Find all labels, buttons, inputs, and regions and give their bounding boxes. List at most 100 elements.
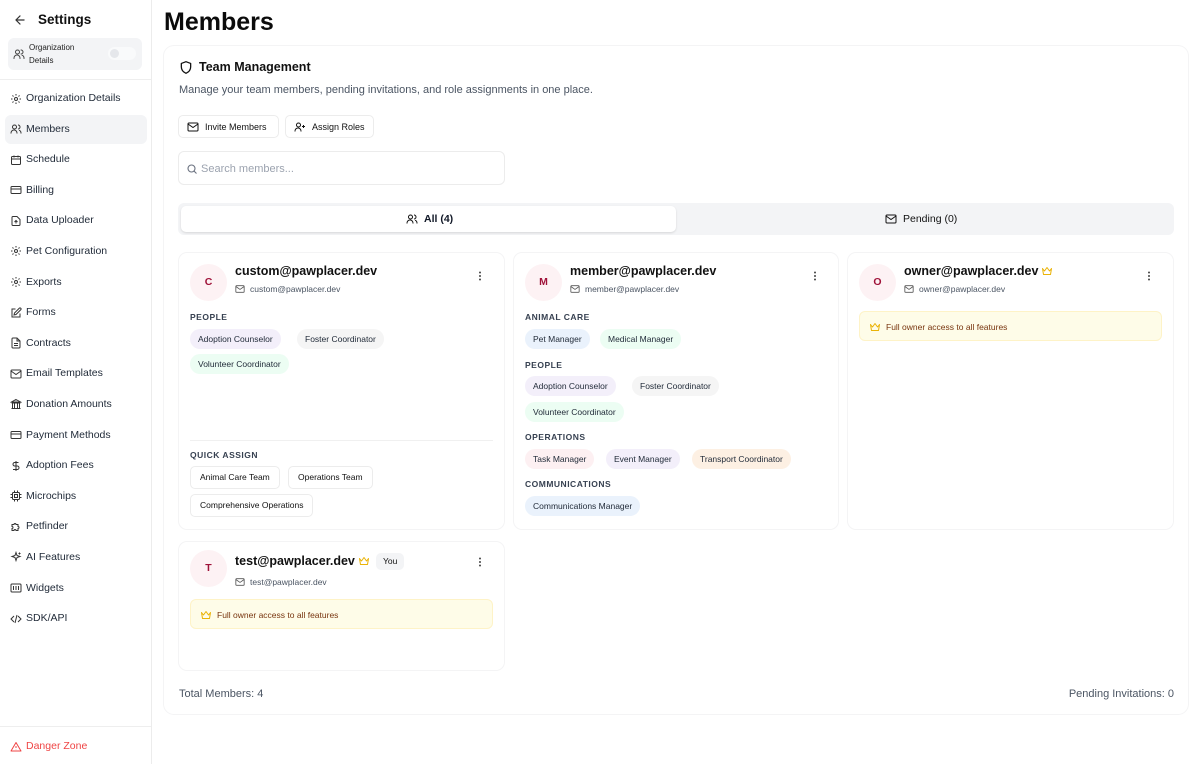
code-icon [10,614,22,623]
role-pill: Communications Manager [525,496,641,516]
mail-icon [885,214,897,224]
more-options-icon[interactable] [474,270,486,282]
organization-switcher-label: Organization Details [29,43,75,65]
sidebar-item-payment-methods[interactable]: Payment Methods [5,421,147,450]
more-options-icon[interactable] [474,556,486,568]
mail-icon [235,285,245,293]
crown-icon [201,611,211,619]
shield-icon [180,61,192,74]
owner-access-notice: Full owner access to all features [190,599,493,629]
crown-icon [1042,267,1052,275]
quick-assign-animal-care-button[interactable]: Animal Care Team [190,466,280,489]
role-pill: Event Manager [606,449,680,469]
assign-roles-button[interactable]: Assign Roles [285,115,374,138]
member-email: custom@pawplacer.dev [250,284,341,294]
sidebar-item-email-templates[interactable]: Email Templates [5,359,147,388]
sidebar-item-members[interactable]: Members [5,114,147,144]
sidebar-item-adoption-fees[interactable]: Adoption Fees [5,451,147,480]
role-group-label: PEOPLE [190,312,228,322]
settings-sidebar: Settings Organization Details Organizatio… [0,0,152,764]
role-pill: Pet Manager [525,329,590,349]
credit-card-icon [10,431,22,440]
crown-icon [870,323,880,331]
gear-icon [11,246,21,257]
role-pill: Medical Manager [600,329,682,349]
calendar-icon [11,155,21,165]
section-subtitle: Manage your team members, pending invita… [179,84,593,96]
role-group-label: COMMUNICATIONS [525,479,612,489]
warning-icon [10,742,22,752]
tab-all[interactable]: All (4) [181,206,676,232]
member-tabs: All (4) Pending (0) [178,203,1174,235]
sidebar-item-forms[interactable]: Forms [5,298,147,327]
settings-nav: Organization Details Members Schedule Bi… [5,84,147,635]
member-card-owner: O owner@pawplacer.dev owner@pawplacer.de… [848,253,1173,529]
dollar-icon [12,460,20,471]
role-pill: Volunteer Coordinator [190,354,289,374]
sidebar-item-widgets[interactable]: Widgets [5,574,147,603]
more-options-icon[interactable] [1143,270,1155,282]
avatar: M [525,264,562,301]
sidebar-item-donation-amounts[interactable]: Donation Amounts [5,390,147,419]
sidebar-item-ai-features[interactable]: AI Features [5,543,147,572]
role-pill: Adoption Counselor [525,376,616,396]
sidebar-item-pet-configuration[interactable]: Pet Configuration [5,237,147,266]
role-group-label: ANIMAL CARE [525,312,590,322]
member-name: test@pawplacer.dev [235,554,355,568]
member-email: test@pawplacer.dev [250,577,327,587]
gear-icon [11,93,21,104]
owner-access-notice: Full owner access to all features [859,311,1162,341]
upload-icon [11,215,21,226]
member-card-member: M member@pawplacer.dev member@pawplacer.… [514,253,838,529]
tab-pending[interactable]: Pending (0) [676,206,1171,232]
avatar: C [190,264,227,301]
role-group-label: PEOPLE [525,360,563,370]
search-input[interactable] [201,160,491,178]
pending-invitations-count: Pending Invitations: 0 [1068,688,1174,700]
organization-toggle[interactable] [108,47,136,60]
sidebar-footer: Danger Zone [0,726,151,764]
divider [190,440,493,441]
avatar: T [190,550,227,587]
quick-assign-operations-button[interactable]: Operations Team [288,466,373,489]
mail-icon [570,285,580,293]
mail-icon [904,285,914,293]
edit-icon [11,307,22,318]
sidebar-item-billing[interactable]: Billing [5,176,147,205]
search-members-field[interactable] [178,151,505,185]
role-pill: Foster Coordinator [632,376,719,396]
page-title: Members [164,8,274,36]
puzzle-icon [11,522,20,531]
widget-icon [10,583,22,593]
more-options-icon[interactable] [809,270,821,282]
total-members-count: Total Members: 4 [179,688,264,700]
member-card-test: T test@pawplacer.dev You test@pawplacer.… [179,542,504,670]
member-card-custom: C custom@pawplacer.dev custom@pawplacer.… [179,253,504,529]
sidebar-item-data-uploader[interactable]: Data Uploader [5,206,147,235]
sidebar-item-contracts[interactable]: Contracts [5,329,147,358]
sidebar-item-exports[interactable]: Exports [5,268,147,297]
mail-icon [235,578,245,586]
role-group-label: OPERATIONS [525,432,586,442]
current-user-badge: You [376,553,405,570]
sidebar-item-organization-details[interactable]: Organization Details [5,84,147,113]
sidebar-item-petfinder[interactable]: Petfinder [5,512,147,541]
sidebar-item-microchips[interactable]: Microchips [5,482,147,511]
user-plus-icon [294,122,305,132]
search-icon [187,164,197,174]
document-icon [11,337,21,349]
users-icon [13,49,25,59]
sidebar-item-sdk-api[interactable]: SDK/API [5,604,147,633]
section-title: Team Management [199,60,311,74]
organization-switcher[interactable]: Organization Details [8,38,142,70]
invite-members-button[interactable]: Invite Members [178,115,279,138]
sparkle-icon [10,551,22,563]
member-name: member@pawplacer.dev [570,264,717,278]
arrow-left-icon[interactable] [13,13,27,27]
sidebar-item-schedule[interactable]: Schedule [5,145,147,174]
sidebar-title: Settings [38,12,92,27]
quick-assign-comprehensive-button[interactable]: Comprehensive Operations [190,494,314,517]
mail-icon [10,369,22,379]
member-name: owner@pawplacer.dev [904,264,1039,278]
sidebar-header: Settings Organization Details [0,0,151,80]
